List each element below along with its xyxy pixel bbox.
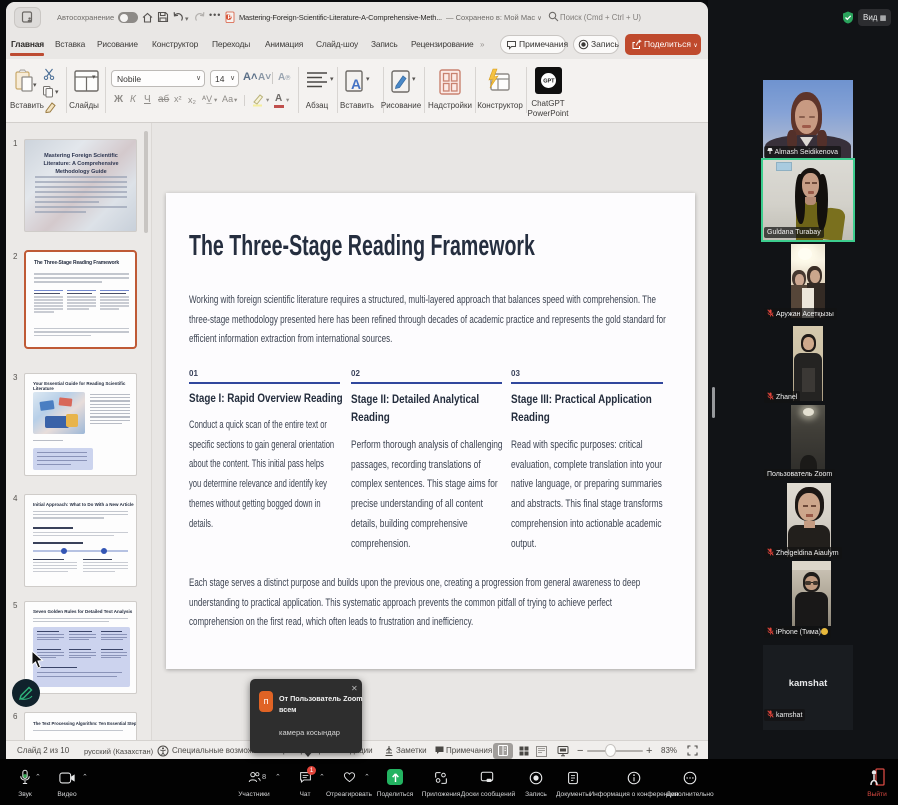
svg-text:GPT: GPT — [543, 79, 555, 85]
svg-text:P: P — [228, 15, 232, 21]
svg-text:A: A — [351, 76, 361, 92]
